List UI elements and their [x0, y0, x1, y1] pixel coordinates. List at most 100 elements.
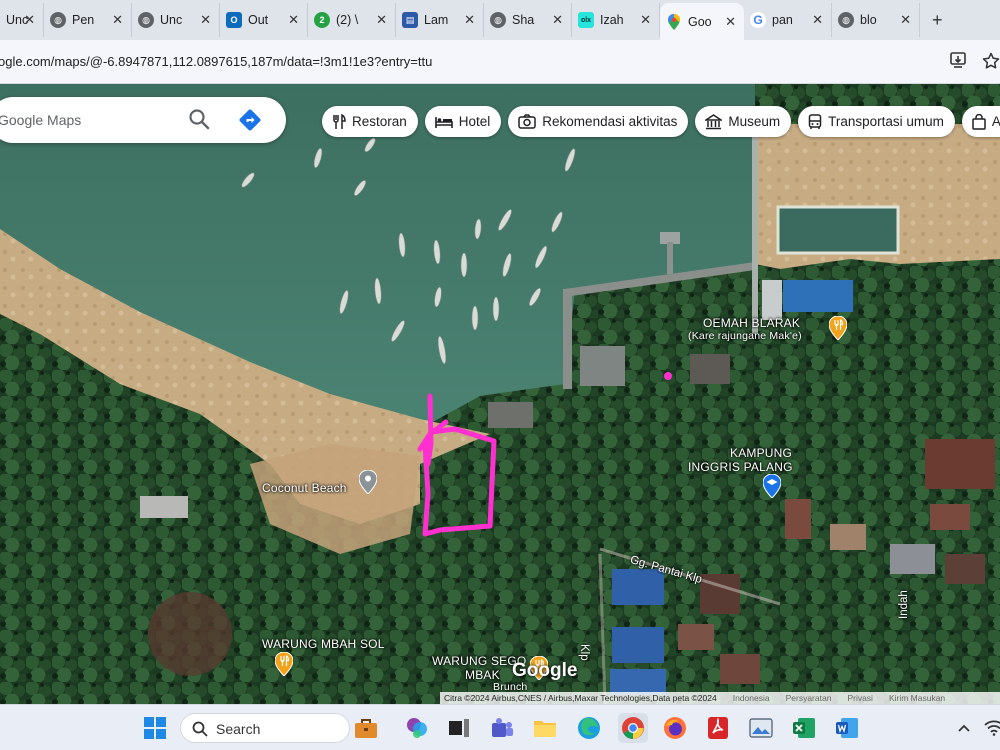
search-icon[interactable] — [188, 108, 210, 135]
school-pin-icon[interactable] — [763, 474, 781, 498]
museum-icon — [705, 113, 723, 129]
acrobat-pdf-icon[interactable] — [704, 714, 732, 742]
chip-label: Hotel — [458, 114, 491, 129]
place-label-warung-sego-mbak[interactable]: MBAK — [465, 668, 500, 682]
browser-tab[interactable]: ◍ Unc ✕ — [132, 3, 220, 37]
copilot-icon[interactable] — [403, 714, 431, 742]
place-label-oemah-blarak[interactable]: OEMAH BLARAK — [703, 316, 800, 330]
globe-icon: ◍ — [490, 12, 506, 28]
place-label-kampung[interactable]: KAMPUNG — [730, 446, 792, 460]
outlook-icon: O — [226, 12, 242, 28]
excel-icon[interactable] — [790, 714, 818, 742]
close-icon[interactable]: ✕ — [812, 12, 823, 28]
bed-icon — [434, 116, 453, 128]
chip-museum[interactable]: Museum — [695, 106, 792, 137]
whatsapp-icon: 2 — [314, 12, 330, 28]
browser-tab[interactable]: G pan ✕ — [744, 3, 832, 37]
chip-belanja[interactable]: A — [961, 106, 1000, 137]
chevron-up-icon[interactable] — [950, 714, 978, 742]
attribution-link[interactable]: Privasi — [847, 692, 873, 704]
tab-title: Out — [248, 13, 269, 27]
chip-rekomendasi-aktivitas[interactable]: Rekomendasi aktivitas — [508, 106, 689, 137]
tab-title: Lam — [424, 13, 449, 27]
close-icon[interactable]: ✕ — [376, 12, 387, 28]
bookmark-star-icon[interactable] — [982, 52, 1000, 75]
place-label-inggris-palang[interactable]: INGGRIS PALANG — [688, 460, 793, 474]
maps-search-box[interactable]: Google Maps — [0, 97, 286, 143]
restaurant-pin-icon[interactable] — [829, 316, 847, 340]
restaurant-pin-icon[interactable] — [275, 652, 293, 676]
pink-annotation-drawing — [417, 372, 672, 537]
chip-restoran[interactable]: Restoran — [322, 106, 418, 137]
place-label-warung-mbah-sol[interactable]: WARUNG MBAH SOL — [262, 637, 385, 651]
globe-icon: ◍ — [138, 12, 154, 28]
document-icon: ▤ — [402, 12, 418, 28]
close-icon[interactable]: ✕ — [288, 12, 299, 28]
close-icon[interactable]: ✕ — [900, 12, 911, 28]
category-chips: Restoran Hotel Rekomendasi aktivitas Mus… — [322, 106, 1000, 137]
new-tab-button[interactable]: + — [932, 10, 943, 31]
taskbar-search-box[interactable]: Search — [180, 713, 350, 743]
browser-tab-active[interactable]: Goo ✕ — [660, 3, 744, 40]
file-explorer-icon[interactable] — [531, 714, 559, 742]
photos-icon[interactable] — [747, 714, 775, 742]
attribution-link[interactable]: Indonesia — [733, 692, 770, 704]
close-icon[interactable]: ✕ — [200, 12, 211, 28]
google-logo: Google — [512, 660, 578, 681]
attribution-link[interactable]: Kirim Masukan — [889, 692, 945, 704]
search-label: Search — [216, 721, 261, 737]
street-label-klp: Klp — [578, 644, 590, 661]
imagery-credit: Citra ©2024 Airbus,CNES / Airbus,Maxar T… — [444, 693, 717, 703]
wifi-icon[interactable] — [980, 714, 1000, 742]
browser-tab[interactable]: Unc ✕ — [0, 3, 44, 37]
maps-pin-icon — [666, 13, 682, 30]
satellite-map[interactable]: Google Maps Restoran Hotel Rekomendasi a… — [0, 84, 1000, 704]
map-attribution-bar: Citra ©2024 Airbus,CNES / Airbus,Maxar T… — [440, 692, 1000, 704]
chip-label: Museum — [728, 114, 781, 129]
browser-tab[interactable]: 2 (2) \ ✕ — [308, 3, 396, 37]
tab-title: (2) \ — [336, 13, 359, 27]
camera-icon — [518, 114, 537, 129]
close-icon[interactable]: ✕ — [725, 14, 736, 30]
close-icon[interactable]: ✕ — [640, 12, 651, 28]
browser-tab[interactable]: ◍ Sha ✕ — [484, 3, 572, 37]
tab-title: pan — [772, 13, 793, 27]
tab-title: Izah — [600, 13, 624, 27]
fork-knife-icon — [333, 113, 346, 129]
chip-label: A — [991, 114, 1000, 129]
address-bar: ogle.com/maps/@-6.8947871,112.0897615,18… — [0, 40, 1000, 84]
briefcase-icon[interactable] — [352, 714, 380, 742]
install-app-icon[interactable] — [950, 52, 968, 73]
search-input[interactable]: Google Maps — [0, 112, 81, 128]
chip-label: Rekomendasi aktivitas — [542, 114, 678, 129]
globe-icon: ◍ — [50, 12, 66, 28]
attraction-pin-icon[interactable] — [359, 470, 377, 494]
url-field[interactable]: ogle.com/maps/@-6.8947871,112.0897615,18… — [0, 54, 432, 69]
browser-tab[interactable]: ▤ Lam ✕ — [396, 3, 484, 37]
edge-browser-icon[interactable] — [575, 714, 603, 742]
browser-tab[interactable]: ◍ Pen ✕ — [44, 3, 132, 37]
chip-hotel[interactable]: Hotel — [424, 106, 502, 137]
directions-icon[interactable] — [238, 108, 262, 137]
street-label-indah: Indah — [898, 590, 910, 619]
chip-label: Restoran — [352, 114, 407, 129]
close-icon[interactable]: ✕ — [552, 12, 563, 28]
place-label-coconut-beach[interactable]: Coconut Beach — [262, 481, 347, 495]
firefox-icon[interactable] — [661, 714, 689, 742]
close-icon[interactable]: ✕ — [464, 12, 475, 28]
windows-start-icon[interactable] — [141, 714, 169, 742]
browser-tab[interactable]: olx Izah ✕ — [572, 3, 660, 37]
close-icon[interactable]: ✕ — [112, 12, 123, 28]
browser-tab[interactable]: ◍ blo ✕ — [832, 3, 920, 37]
attribution-link[interactable]: Persyaratan — [786, 692, 832, 704]
word-icon[interactable] — [833, 714, 861, 742]
close-icon[interactable]: ✕ — [24, 12, 35, 28]
teams-meeting-icon[interactable] — [488, 714, 516, 742]
chrome-browser-icon[interactable] — [618, 713, 648, 743]
chip-transportasi-umum[interactable]: Transportasi umum — [798, 106, 955, 137]
place-sublabel-oemah-blarak[interactable]: (Kare rajungane Mak'e) — [688, 330, 802, 342]
search-icon — [192, 721, 208, 737]
task-view-icon[interactable] — [445, 714, 473, 742]
browser-tab[interactable]: O Out ✕ — [220, 3, 308, 37]
browser-tab-strip: Unc ✕ ◍ Pen ✕ ◍ Unc ✕ O Out ✕ 2 (2) \ ✕ … — [0, 0, 1000, 40]
